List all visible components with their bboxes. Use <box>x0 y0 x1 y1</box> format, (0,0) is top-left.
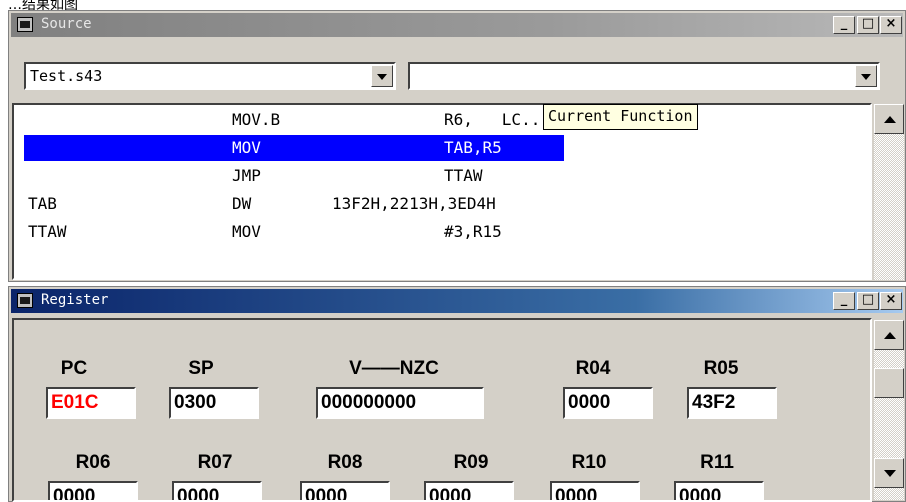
register-label-r11: R11 <box>700 452 734 473</box>
chevron-down-icon[interactable] <box>855 65 877 87</box>
scroll-thumb[interactable] <box>874 368 904 398</box>
code-op: MOV.B <box>232 110 281 129</box>
minimize-button[interactable]: _ <box>833 16 855 34</box>
maximize-button[interactable]: □ <box>857 16 879 34</box>
register-field-flags[interactable]: 000000000 <box>316 387 484 419</box>
code-op: JMP <box>232 166 261 185</box>
code-args: TTAW <box>444 166 483 185</box>
source-scrollbar[interactable] <box>874 104 904 280</box>
current-function-tooltip: Current Function <box>543 104 698 130</box>
register-window-title: Register <box>41 292 109 308</box>
file-combo-value: Test.s43 <box>30 67 103 85</box>
code-line-selected[interactable]: MOV TAB,R5 <box>14 133 870 161</box>
chevron-down-icon[interactable] <box>371 65 393 87</box>
source-title-bar[interactable]: Source _ □ × <box>11 13 903 37</box>
code-args: #3,R15 <box>444 222 502 241</box>
close-button[interactable]: × <box>880 16 902 34</box>
register-label-r08: R08 <box>327 452 363 473</box>
code-args: 13F2H,2213H,3ED4H <box>332 194 496 213</box>
code-args: R6, LC... <box>444 110 550 129</box>
register-field-r10[interactable]: 0000 <box>550 481 640 500</box>
close-button[interactable]: × <box>880 292 902 310</box>
register-label-r09: R09 <box>453 452 489 473</box>
code-label: TTAW <box>28 222 67 241</box>
register-label-r06: R06 <box>75 452 111 473</box>
scroll-up-icon[interactable] <box>874 320 904 350</box>
minimize-button[interactable]: _ <box>833 292 855 310</box>
code-op: MOV <box>232 138 261 157</box>
code-line[interactable]: TTAW MOV #3,R15 <box>14 217 870 245</box>
scroll-up-icon[interactable] <box>874 104 904 134</box>
register-label-r07: R07 <box>197 452 233 473</box>
register-field-r11[interactable]: 0000 <box>674 481 764 500</box>
source-code-view[interactable]: MOV.B R6, LC... MOV TAB,R5 JMP TTAW TAB … <box>12 103 872 280</box>
file-combo[interactable]: Test.s43 <box>24 62 396 90</box>
register-label-r05: R05 <box>703 358 739 379</box>
register-field-sp[interactable]: 0300 <box>169 387 259 419</box>
code-op: DW <box>232 194 252 213</box>
code-args: TAB,R5 <box>444 138 502 157</box>
code-op: MOV <box>232 222 261 241</box>
register-field-r07[interactable]: 0000 <box>172 481 262 500</box>
scroll-down-icon[interactable] <box>874 458 904 488</box>
function-combo[interactable] <box>408 62 880 90</box>
register-scrollbar[interactable] <box>874 320 904 500</box>
register-field-pc[interactable]: E01C <box>46 387 136 419</box>
register-field-r04[interactable]: 0000 <box>563 387 653 419</box>
code-line[interactable]: TAB DW 13F2H,2213H,3ED4H <box>14 189 870 217</box>
register-field-r08[interactable]: 0000 <box>300 481 390 500</box>
code-label: TAB <box>28 194 57 213</box>
code-line[interactable]: JMP TTAW <box>14 161 870 189</box>
maximize-button[interactable]: □ <box>857 292 879 310</box>
register-label-pc: PC <box>60 358 88 379</box>
register-field-r06[interactable]: 0000 <box>48 481 138 500</box>
register-panel: PC SP V——NZC R04 R05 E01C 0300 000000000… <box>12 318 872 502</box>
register-field-r09[interactable]: 0000 <box>424 481 514 500</box>
register-label-r04: R04 <box>575 358 611 379</box>
register-label-sp: SP <box>188 358 214 379</box>
register-label-flags: V——NZC <box>349 358 439 379</box>
register-field-r05[interactable]: 43F2 <box>687 387 777 419</box>
register-title-bar[interactable]: Register _ □ × <box>11 289 903 313</box>
register-label-r10: R10 <box>571 452 607 473</box>
window-icon[interactable] <box>17 17 33 32</box>
code-line[interactable]: MOV.B R6, LC... <box>14 105 870 133</box>
window-icon[interactable] <box>17 293 33 308</box>
source-window-title: Source <box>41 16 92 32</box>
